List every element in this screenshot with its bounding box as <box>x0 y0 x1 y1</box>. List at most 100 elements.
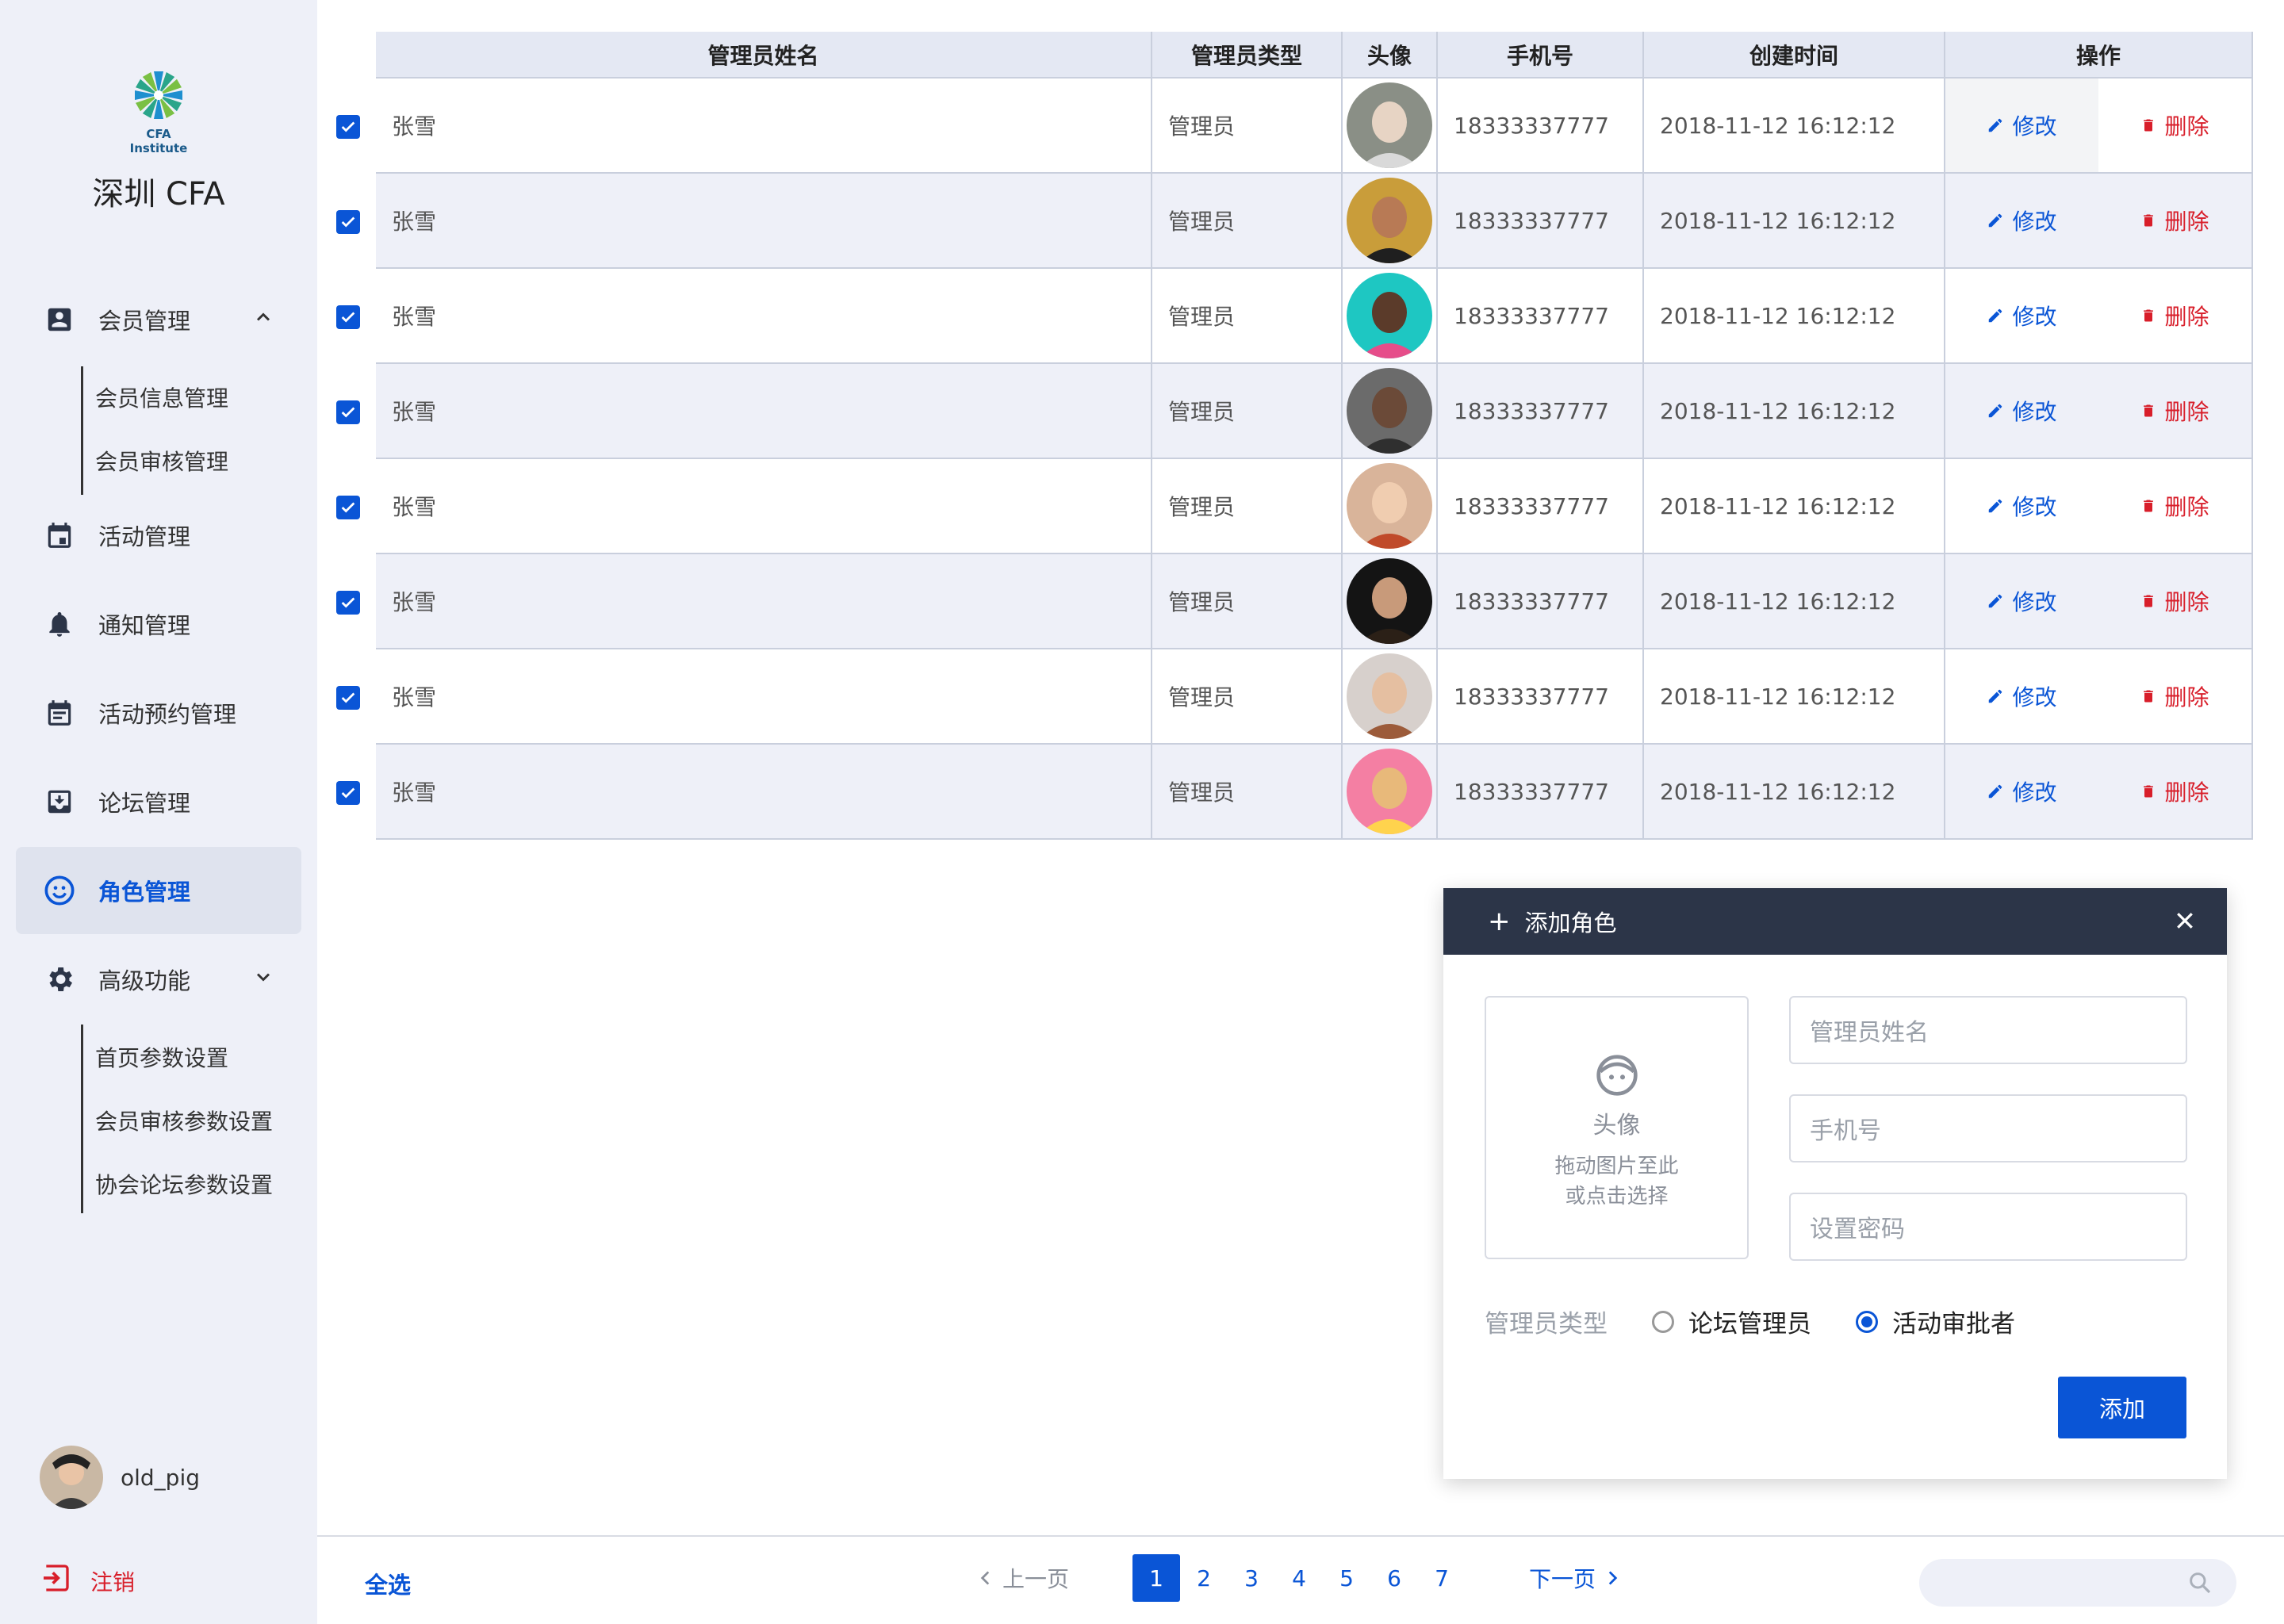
cell-avatar <box>1342 78 1438 174</box>
current-user[interactable]: old_pig <box>40 1446 200 1509</box>
chevron-up-icon[interactable] <box>252 306 274 334</box>
sidebar-subitem-member-review[interactable]: 会员审核管理 <box>95 445 228 477</box>
col-header-type[interactable]: 管理员类型 <box>1152 32 1343 79</box>
table-row: 张雪 管理员 18333337777 2018-11-12 16:12:12 修改 删除 <box>376 268 2253 364</box>
logout-button[interactable]: 注销 <box>40 1562 135 1599</box>
add-button[interactable]: 添加 <box>2058 1377 2186 1438</box>
sidebar-subitem-home-params[interactable]: 首页参数设置 <box>95 1041 228 1073</box>
user-name: old_pig <box>121 1464 201 1491</box>
row-checkbox[interactable] <box>336 591 360 615</box>
cell-type: 管理员 <box>1152 458 1343 554</box>
row-checkbox[interactable] <box>336 210 360 234</box>
delete-button[interactable]: 删除 <box>2098 459 2251 553</box>
radio-activity-approver[interactable]: 活动审批者 <box>1856 1304 2015 1339</box>
sidebar-item-advanced[interactable]: 高级功能 <box>16 936 301 1023</box>
page-3[interactable]: 3 <box>1228 1554 1275 1602</box>
page-2[interactable]: 2 <box>1180 1554 1228 1602</box>
edit-label: 修改 <box>2012 494 2057 520</box>
delete-label: 删除 <box>2164 399 2209 425</box>
next-label: 下一页 <box>1529 1566 1596 1592</box>
edit-button[interactable]: 修改 <box>1945 554 2098 648</box>
row-checkbox[interactable] <box>336 400 360 424</box>
table-row: 张雪 管理员 18333337777 2018-11-12 16:12:12 修改 删除 <box>376 649 2253 745</box>
sidebar-subitem-member-info[interactable]: 会员信息管理 <box>95 381 228 413</box>
edit-label: 修改 <box>2012 779 2057 806</box>
col-header-actions: 操作 <box>1945 32 2253 79</box>
sidebar-item-label: 通知管理 <box>98 612 191 639</box>
close-icon[interactable] <box>2173 909 2197 938</box>
delete-button[interactable]: 删除 <box>2098 79 2251 172</box>
cell-avatar <box>1342 363 1438 459</box>
cfa-logo: CFA Institute <box>119 63 198 155</box>
delete-button[interactable]: 删除 <box>2098 745 2251 838</box>
account-box-icon <box>43 303 76 336</box>
search-input[interactable] <box>1919 1559 2236 1607</box>
radio-forum-admin[interactable]: 论坛管理员 <box>1652 1304 1811 1339</box>
sidebar-item-notifications[interactable]: 通知管理 <box>16 580 301 668</box>
row-checkbox[interactable] <box>336 496 360 519</box>
delete-button[interactable]: 删除 <box>2098 174 2251 267</box>
avatar <box>1347 178 1432 263</box>
select-all-button[interactable]: 全选 <box>365 1567 411 1600</box>
cell-name: 张雪 <box>376 78 1152 174</box>
sidebar-item-forum[interactable]: 论坛管理 <box>16 758 301 845</box>
edit-button[interactable]: 修改 <box>1945 364 2098 458</box>
delete-button[interactable]: 删除 <box>2098 554 2251 648</box>
delete-button[interactable]: 删除 <box>2098 649 2251 743</box>
sidebar-item-bookings[interactable]: 活动预约管理 <box>16 669 301 756</box>
row-checkbox[interactable] <box>336 115 360 139</box>
cell-type: 管理员 <box>1152 173 1343 269</box>
pencil-icon <box>1989 213 2002 228</box>
sidebar-item-activities[interactable]: 活动管理 <box>16 492 301 579</box>
edit-button[interactable]: 修改 <box>1945 649 2098 743</box>
edit-label: 修改 <box>2012 304 2057 330</box>
password-field[interactable]: 设置密码 <box>1789 1193 2187 1261</box>
prev-page-button[interactable]: 上一页 <box>975 1562 1069 1594</box>
edit-button[interactable]: 修改 <box>1945 79 2098 172</box>
delete-button[interactable]: 删除 <box>2098 364 2251 458</box>
pencil-icon <box>1989 118 2002 132</box>
page-1[interactable]: 1 <box>1132 1554 1181 1602</box>
delete-button[interactable]: 删除 <box>2098 269 2251 362</box>
page-6[interactable]: 6 <box>1370 1554 1418 1602</box>
sidebar-item-members[interactable]: 会员管理 <box>16 276 301 363</box>
chevron-down-icon[interactable] <box>252 966 274 994</box>
page-4[interactable]: 4 <box>1275 1554 1323 1602</box>
search-icon <box>2187 1570 2213 1599</box>
sidebar-subitem-review-params[interactable]: 会员审核参数设置 <box>95 1105 273 1136</box>
page-7[interactable]: 7 <box>1418 1554 1466 1602</box>
row-checkbox[interactable] <box>336 305 360 329</box>
name-field[interactable]: 管理员姓名 <box>1789 996 2187 1064</box>
edit-button[interactable]: 修改 <box>1945 745 2098 838</box>
table-row: 张雪 管理员 18333337777 2018-11-12 16:12:12 修改 删除 <box>376 744 2253 840</box>
row-checkbox[interactable] <box>336 686 360 710</box>
col-header-name[interactable]: 管理员姓名 <box>376 32 1152 79</box>
delete-label: 删除 <box>2164 113 2209 140</box>
delete-label: 删除 <box>2164 779 2209 806</box>
edit-button[interactable]: 修改 <box>1945 269 2098 362</box>
avatar <box>1347 558 1432 644</box>
cell-actions: 修改 删除 <box>1945 458 2253 554</box>
next-page-button[interactable]: 下一页 <box>1529 1562 1623 1594</box>
col-header-avatar: 头像 <box>1342 32 1438 79</box>
dialog-header: + 添加角色 <box>1443 888 2227 955</box>
table-row: 张雪 管理员 18333337777 2018-11-12 16:12:12 修改 删除 <box>376 173 2253 269</box>
cell-type: 管理员 <box>1152 78 1343 174</box>
logout-label: 注销 <box>90 1568 136 1595</box>
avatar-upload[interactable]: 头像 拖动图片至此 或点击选择 <box>1485 996 1749 1259</box>
cell-type: 管理员 <box>1152 553 1343 649</box>
prev-label: 上一页 <box>1002 1566 1070 1592</box>
sidebar-item-roles[interactable]: 角色管理 <box>16 847 301 934</box>
pencil-icon <box>1989 308 2002 323</box>
col-header-created[interactable]: 创建时间 <box>1643 32 1945 79</box>
edit-button[interactable]: 修改 <box>1945 459 2098 553</box>
cell-actions: 修改 删除 <box>1945 363 2253 459</box>
gear-icon <box>43 963 76 996</box>
col-header-phone[interactable]: 手机号 <box>1437 32 1644 79</box>
page-5[interactable]: 5 <box>1323 1554 1370 1602</box>
row-checkbox[interactable] <box>336 781 360 805</box>
sidebar-subitem-forum-params[interactable]: 协会论坛参数设置 <box>95 1168 273 1200</box>
avatar <box>1347 749 1432 834</box>
phone-field[interactable]: 手机号 <box>1789 1094 2187 1162</box>
edit-button[interactable]: 修改 <box>1945 174 2098 267</box>
